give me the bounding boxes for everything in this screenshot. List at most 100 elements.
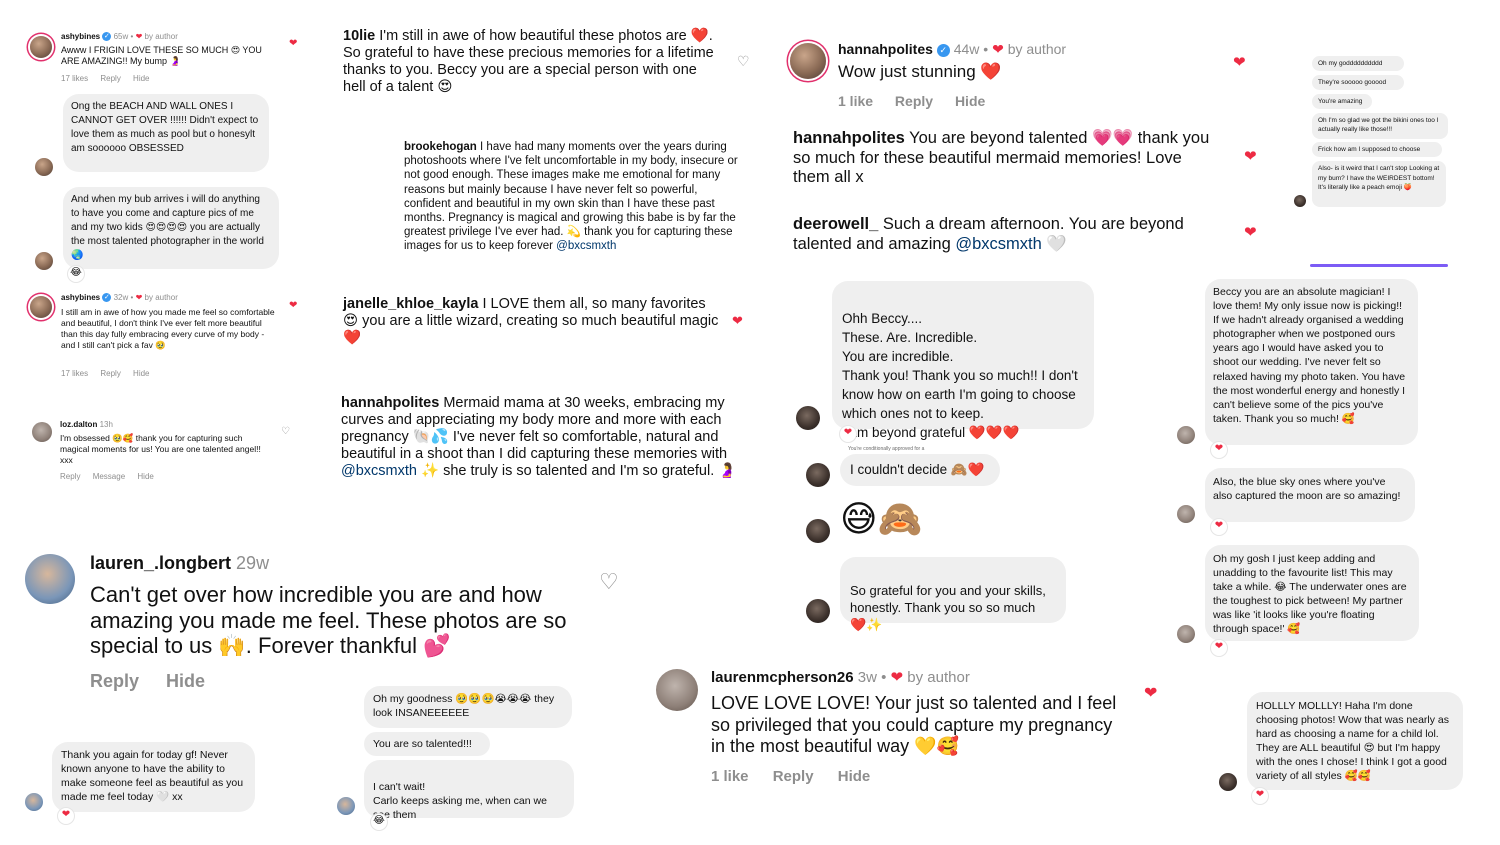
username[interactable]: hannahpolites (838, 41, 933, 57)
hide-button[interactable]: Hide (838, 768, 871, 785)
avatar[interactable] (30, 296, 52, 318)
like-heart-icon[interactable]: ❤ (1144, 683, 1157, 703)
message-bubble: You are so talented!!! (364, 732, 490, 756)
message-text: Oh I'm so glad we got the bikini ones to… (1318, 117, 1439, 133)
verified-icon: ✓ (936, 43, 950, 57)
reaction-heart-icon[interactable]: ❤ (1211, 640, 1227, 656)
like-heart-icon[interactable]: ❤ (1233, 53, 1246, 71)
comment: deerowell_ Such a dream afternoon. You a… (793, 215, 1223, 254)
like-heart-icon[interactable]: ❤ (732, 313, 743, 329)
like-heart-icon[interactable]: ❤ (1244, 147, 1257, 165)
reply-button[interactable]: Reply (60, 472, 80, 481)
reaction-heart-icon[interactable]: ❤ (1252, 788, 1268, 804)
reply-button[interactable]: Reply (100, 74, 120, 83)
avatar[interactable] (656, 669, 698, 711)
avatar (806, 519, 830, 543)
reaction-heart-icon[interactable]: ❤ (840, 426, 856, 442)
avatar[interactable] (25, 554, 75, 604)
reply-button[interactable]: Reply (90, 671, 139, 691)
avatar[interactable] (790, 43, 826, 79)
mention-link[interactable]: @bxcsmxth (955, 235, 1041, 253)
like-heart-icon[interactable]: ❤ (289, 38, 297, 49)
message-text: Beccy you are an absolute magician! I lo… (1213, 286, 1406, 425)
reaction-heart-icon[interactable]: ❤ (58, 808, 74, 824)
hide-button[interactable]: Hide (133, 369, 149, 378)
timestamp: 13h (99, 420, 113, 429)
like-heart-outline-icon[interactable]: ♡ (599, 569, 619, 595)
reply-button[interactable]: Reply (773, 768, 814, 785)
comment-actions: 1 like Reply Hide (711, 768, 870, 785)
username[interactable]: loz.dalton (60, 420, 97, 429)
reaction-heart-icon[interactable]: ❤ (1211, 442, 1227, 458)
message-text: Frick how am I supposed to choose (1318, 146, 1421, 153)
comment-text: I have had many moments over the years d… (404, 141, 738, 253)
comment-header: ashybines ✓ 32w • ❤ by author (61, 293, 178, 303)
username[interactable]: ashybines (61, 32, 100, 41)
message-text: Oh my gosh I just keep adding and unaddi… (1213, 553, 1407, 635)
likes-count[interactable]: 17 likes (61, 74, 88, 83)
message-button[interactable]: Message (93, 472, 125, 481)
username[interactable]: hannahpolites (341, 395, 439, 411)
reply-button[interactable]: Reply (895, 93, 933, 109)
username[interactable]: ashybines (61, 293, 100, 302)
message-bubble: Ohh Beccy.... These. Are. Incredible. Yo… (832, 281, 1094, 440)
heart-icon: ❤ (992, 41, 1004, 57)
avatar (1177, 625, 1195, 643)
comment-header: lauren_.longbert 29w (90, 553, 269, 574)
comment-text: LOVE LOVE LOVE! Your just so talented an… (711, 693, 1117, 756)
comment-header: hannahpolites ✓ 44w • ❤ by author (838, 41, 1066, 58)
username[interactable]: lauren_.longbert (90, 553, 231, 573)
avatar[interactable] (30, 36, 52, 58)
hide-button[interactable]: Hide (955, 93, 985, 109)
comment-actions: Reply Hide (90, 671, 205, 692)
hide-button[interactable]: Hide (137, 472, 153, 481)
like-heart-outline-icon[interactable]: ♡ (737, 53, 750, 70)
hide-button[interactable]: Hide (166, 671, 205, 691)
comment-text: Awww I FRIGIN LOVE THESE SO MUCH 😍 YOU A… (61, 45, 262, 66)
heart-icon: ❤ (135, 293, 143, 302)
comment: brookehogan I have had many moments over… (404, 140, 740, 254)
message-bubble: Oh my gosh I just keep adding and unaddi… (1205, 545, 1419, 641)
comment-text: Wow just stunning ❤️ (838, 62, 1002, 81)
like-heart-icon[interactable]: ❤ (1244, 223, 1257, 241)
likes-count[interactable]: 1 like (711, 768, 749, 785)
message-bubble: Oh my goodness 🥹🥹🥹😭😭😭 they look INSANEEE… (364, 686, 572, 728)
comment-text: I'm obsessed 🥹🥰 thank you for capturing … (60, 433, 261, 465)
username[interactable]: deerowell_ (793, 215, 878, 233)
message-text: Also, the blue sky ones where you've als… (1213, 476, 1401, 502)
mention-link[interactable]: @bxcsmxth (556, 240, 616, 252)
emoji: 🤍 (1046, 234, 1067, 253)
message-bubble: Ong the BEACH AND WALL ONES I CANNOT GET… (63, 94, 269, 172)
username[interactable]: janelle_khloe_kayla (343, 296, 478, 312)
comment-actions: 17 likes Reply Hide (61, 369, 150, 378)
comment: hannahpolites You are beyond talented 💗💗… (793, 129, 1218, 188)
author-tag: by author (907, 669, 970, 686)
message-bubble: Beccy you are an absolute magician! I lo… (1205, 279, 1418, 445)
reaction-icon[interactable]: 😂 (68, 266, 84, 282)
username[interactable]: laurenmcpherson26 (711, 669, 854, 686)
likes-count[interactable]: 1 like (838, 93, 873, 109)
dot-separator: • (130, 293, 134, 302)
reaction-heart-icon[interactable]: ❤ (1211, 519, 1227, 535)
comment-header: laurenmcpherson26 3w • ❤ by author (711, 668, 970, 686)
mini-message-bubble: Frick how am I supposed to choose (1312, 142, 1442, 157)
hide-button[interactable]: Hide (133, 74, 149, 83)
comment-actions: Reply Message Hide (60, 472, 154, 481)
mini-message-bubble: They're sooooo gooood (1312, 75, 1404, 90)
username[interactable]: brookehogan (404, 141, 477, 153)
username[interactable]: hannahpolites (793, 129, 905, 147)
like-heart-outline-icon[interactable]: ♡ (281, 426, 290, 437)
message-bubble: So grateful for you and your skills, hon… (840, 557, 1066, 632)
message-bubble: I can't wait! Carlo keeps asking me, whe… (364, 760, 574, 821)
avatar[interactable] (32, 422, 52, 442)
reaction-icon[interactable]: 😂 (371, 814, 387, 830)
avatar (806, 599, 830, 623)
timestamp: 32w (113, 293, 129, 302)
dot-separator: • (881, 669, 887, 686)
username[interactable]: 10lie (343, 28, 375, 44)
likes-count[interactable]: 17 likes (61, 369, 88, 378)
timestamp: 29w (236, 553, 270, 573)
mention-link[interactable]: @bxcsmxth (341, 463, 417, 479)
reply-button[interactable]: Reply (100, 369, 120, 378)
like-heart-icon[interactable]: ❤ (289, 300, 297, 311)
